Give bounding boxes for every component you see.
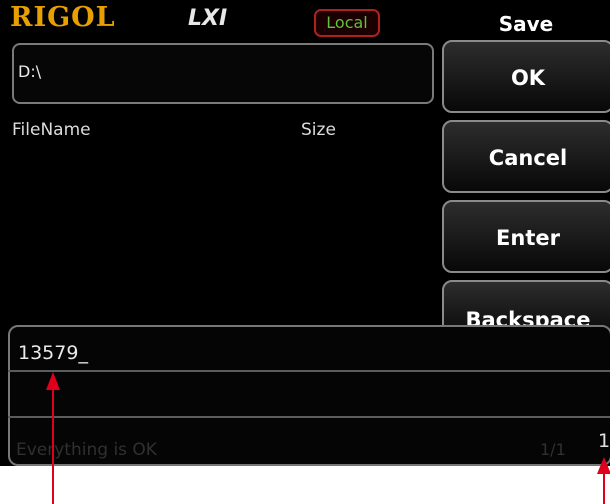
annotation-arrows	[46, 372, 610, 504]
arrow-left	[46, 372, 60, 504]
arrow-right	[597, 457, 610, 504]
